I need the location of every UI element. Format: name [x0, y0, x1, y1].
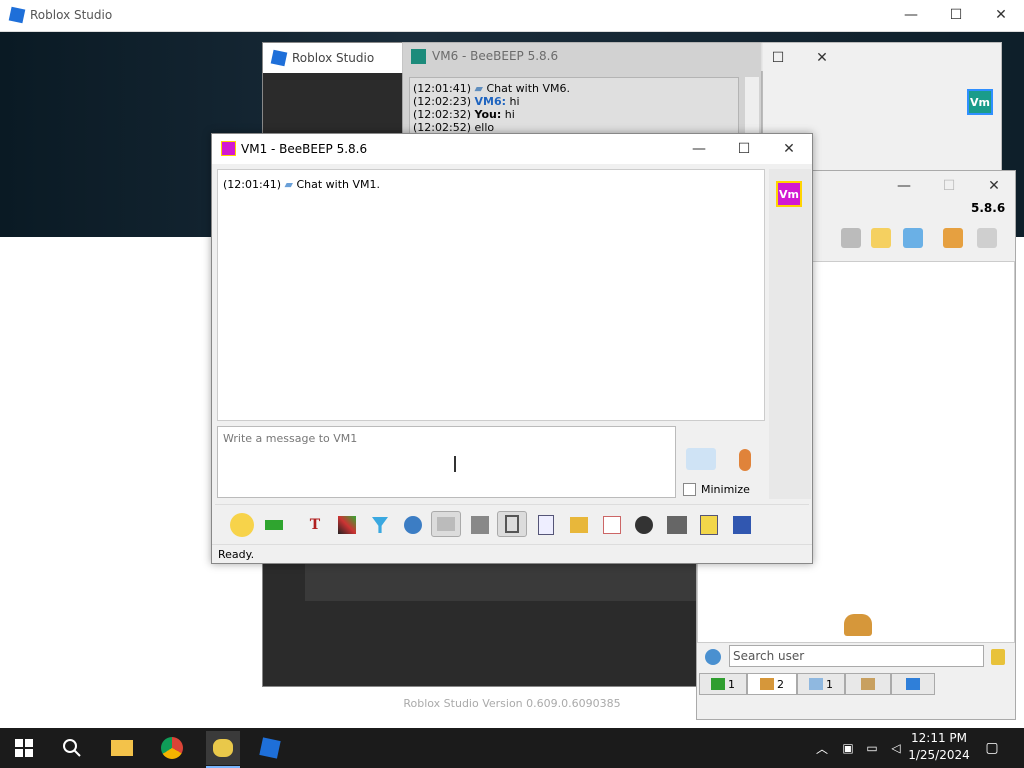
- version-label: 5.8.6: [971, 201, 1006, 215]
- vm1-user-sidebar: Vm: [769, 169, 811, 499]
- color-pen-icon[interactable]: [335, 513, 359, 537]
- minimize-button[interactable]: —: [881, 171, 927, 201]
- chat-line: (12:02:32) You: hi: [413, 108, 515, 121]
- settings-gear-icon[interactable]: [401, 513, 425, 537]
- speech-bubble-icon: ▰: [474, 82, 483, 95]
- chat-icon: [809, 678, 823, 690]
- tab-computers[interactable]: 1: [699, 673, 747, 695]
- voice-message-button[interactable]: [734, 446, 756, 474]
- network-icon[interactable]: [943, 228, 963, 248]
- settings-gear-icon[interactable]: [705, 649, 721, 665]
- status-bar: Ready.: [212, 544, 812, 564]
- text-style-icon[interactable]: [468, 513, 492, 537]
- background-window-title: Roblox Studio: [30, 8, 113, 22]
- chat-line: (12:02:23) VM6: hi: [413, 95, 520, 108]
- send-icon: [686, 448, 716, 470]
- text-cursor-icon: [454, 456, 456, 472]
- roblox-logo-icon: [8, 6, 26, 24]
- close-button[interactable]: ✕: [766, 134, 812, 164]
- chat-line: (12:01:41) ▰ Chat with VM6.: [413, 82, 571, 95]
- beebeep-taskbar-icon[interactable]: [206, 731, 240, 765]
- share-icon: [906, 678, 920, 690]
- close-button[interactable]: ✕: [978, 0, 1024, 30]
- minimize-checkbox[interactable]: [683, 483, 696, 496]
- mail-icon[interactable]: [841, 228, 861, 248]
- tab-users[interactable]: 2: [747, 673, 797, 695]
- vm6-title: VM6 - BeeBEEP 5.8.6: [432, 49, 559, 63]
- vm1-app-icon: [221, 141, 236, 156]
- spellcheck-icon[interactable]: [431, 511, 461, 537]
- camera-icon[interactable]: [632, 513, 656, 537]
- contacts-toolbar: [811, 226, 1011, 256]
- splash-titlebar: Roblox Studio: [263, 43, 403, 73]
- vm1-chat-window: VM1 - BeeBEEP 5.8.6 — ☐ ✕ (12:01:41) ▰ C…: [211, 133, 813, 564]
- send-button[interactable]: [684, 446, 718, 472]
- minimize-button[interactable]: —: [676, 134, 722, 164]
- notifications-icon[interactable]: ▢: [978, 734, 1006, 762]
- tab-chats[interactable]: 1: [797, 673, 845, 695]
- minimize-checkbox-label: Minimize: [701, 483, 750, 496]
- font-icon[interactable]: T: [303, 513, 327, 537]
- taskbar: ︿ ▣ ▭ ◁ 12:11 PM 1/25/2024 ▢: [0, 728, 1024, 768]
- search-icon[interactable]: [58, 734, 86, 762]
- emoji-icon[interactable]: [230, 513, 254, 537]
- splash-title: Roblox Studio: [292, 51, 375, 65]
- chrome-icon[interactable]: [158, 734, 186, 762]
- users-icon: [844, 614, 872, 636]
- search-user-input[interactable]: Search user: [729, 645, 984, 667]
- vm1-chat-log: (12:01:41) ▰ Chat with VM1.: [217, 169, 765, 421]
- close-button[interactable]: ✕: [799, 43, 845, 73]
- tab-shares[interactable]: [891, 673, 935, 695]
- roblox-logo-icon: [270, 49, 288, 67]
- vm1-avatar-badge: Vm: [776, 181, 802, 207]
- tools-icon[interactable]: [903, 228, 923, 248]
- tray-chevron-icon[interactable]: ︿: [808, 734, 836, 762]
- vm1-titlebar: VM1 - BeeBEEP 5.8.6 — ☐ ✕: [212, 134, 812, 164]
- clock-time[interactable]: 12:11 PM: [904, 731, 974, 745]
- tab-groups[interactable]: [845, 673, 891, 695]
- clock-date[interactable]: 1/25/2024: [904, 748, 974, 762]
- computer-icon: [711, 678, 725, 690]
- minimize-button[interactable]: —: [888, 0, 934, 30]
- chat-line: (12:01:41) ▰ Chat with VM1.: [223, 178, 381, 191]
- filter-icon[interactable]: [368, 513, 392, 537]
- vm6-titlebar: VM6 - BeeBEEP 5.8.6: [403, 43, 763, 71]
- notes-icon[interactable]: [697, 513, 721, 537]
- vm6-chat-window: VM6 - BeeBEEP 5.8.6 (12:01:41) ▰ Chat wi…: [402, 42, 763, 173]
- background-titlebar: Roblox Studio — ☐ ✕: [0, 0, 1024, 32]
- file-export-icon[interactable]: [534, 513, 558, 537]
- vm1-title: VM1 - BeeBEEP 5.8.6: [241, 142, 368, 156]
- message-input[interactable]: Write a message to VM1: [217, 426, 676, 498]
- vm1-toolbar: T: [215, 504, 809, 542]
- save-chat-icon[interactable]: [730, 513, 754, 537]
- download-arrow-icon[interactable]: [262, 513, 286, 537]
- edit-icon[interactable]: [871, 228, 891, 248]
- vm6-app-icon: [411, 49, 426, 64]
- maximize-button[interactable]: ☐: [933, 0, 979, 30]
- bottom-tabs: 1 2 1: [697, 673, 1015, 697]
- maximize-button[interactable]: ☐: [926, 171, 972, 201]
- send-file-icon[interactable]: [567, 513, 591, 537]
- clear-search-icon[interactable]: [991, 649, 1005, 665]
- screenshot-icon[interactable]: [665, 513, 689, 537]
- microphone-icon: [739, 449, 751, 471]
- file-explorer-icon[interactable]: [108, 734, 136, 762]
- group-icon: [861, 678, 875, 690]
- sound-icon[interactable]: [497, 511, 527, 537]
- roblox-version-text: Roblox Studio Version 0.609.0.6090385: [403, 697, 621, 710]
- maximize-button[interactable]: ☐: [721, 134, 767, 164]
- windows-start-icon[interactable]: [10, 734, 38, 762]
- splash-dark-panel: [305, 563, 697, 601]
- close-button[interactable]: ✕: [971, 171, 1017, 201]
- html-code-icon[interactable]: [600, 513, 624, 537]
- vm6-avatar-badge: Vm: [967, 89, 993, 115]
- trash-icon[interactable]: [977, 228, 997, 248]
- speech-bubble-icon: ▰: [284, 178, 293, 191]
- roblox-studio-taskbar-icon[interactable]: [256, 734, 284, 762]
- users-icon: [760, 678, 774, 690]
